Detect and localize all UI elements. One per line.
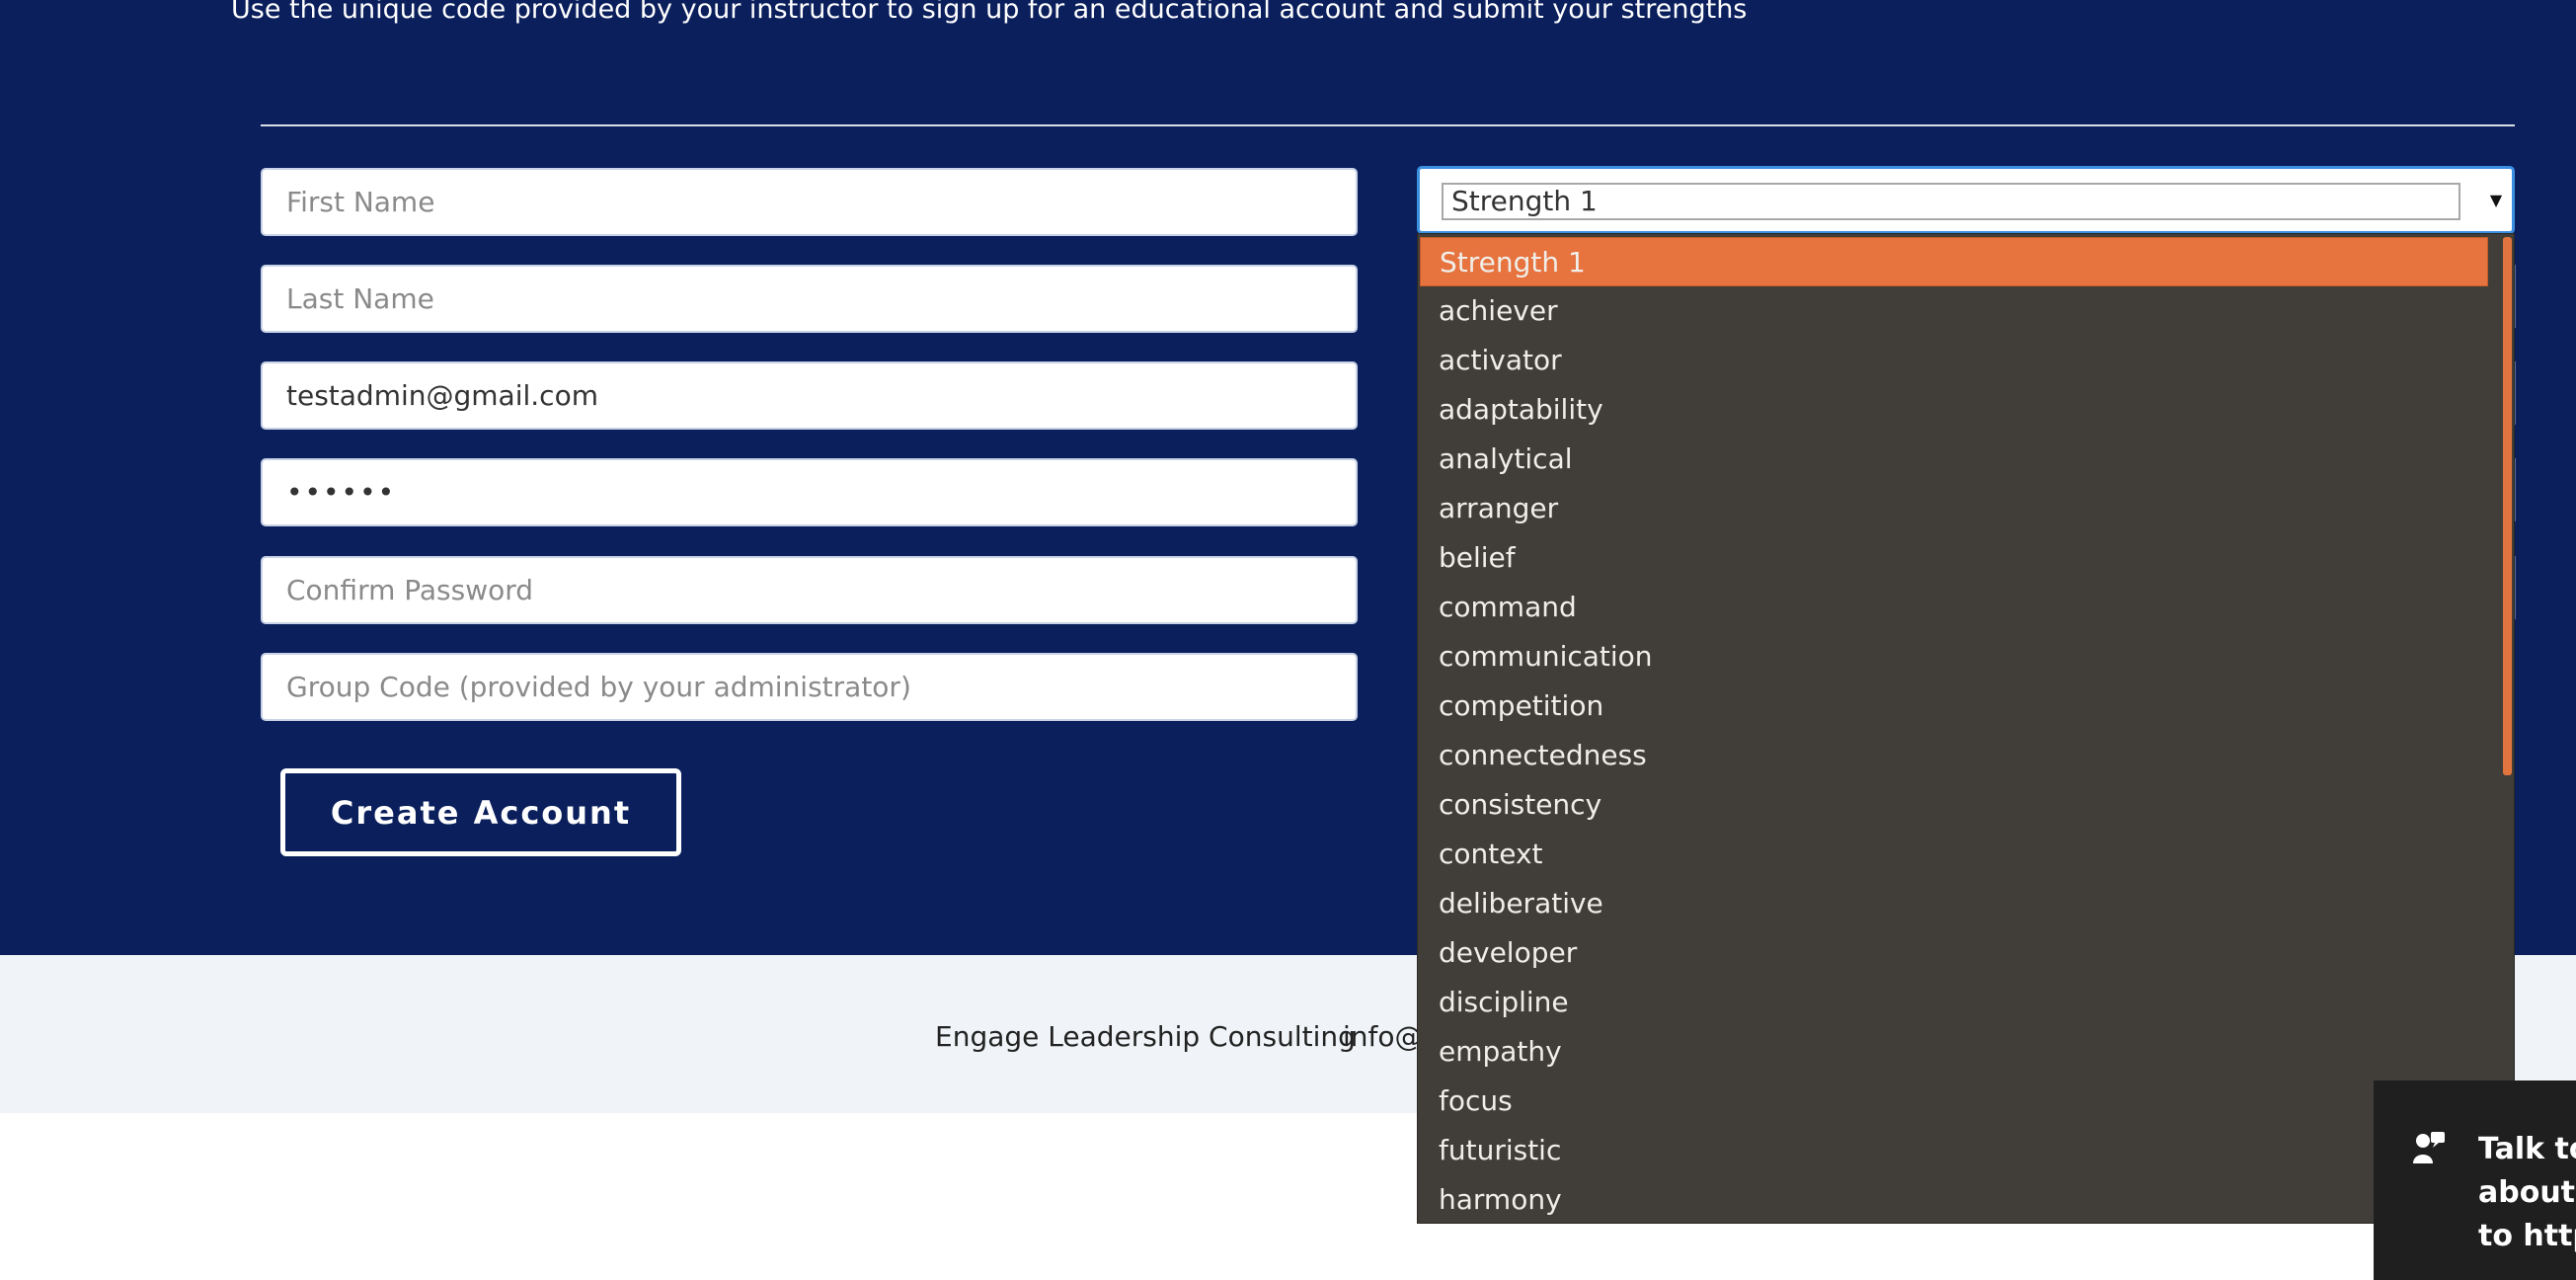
dropdown-option[interactable]: arranger	[1420, 484, 2488, 533]
dropdown-option[interactable]: activator	[1420, 336, 2488, 385]
chat-line: to http	[2478, 1219, 2576, 1253]
chevron-down-icon[interactable]: ▼	[2484, 179, 2508, 222]
dropdown-option[interactable]: empathy	[1420, 1027, 2488, 1077]
chat-line: Talk to	[2478, 1132, 2576, 1166]
group-code-input[interactable]	[261, 653, 1358, 721]
dropdown-option[interactable]: Strength 1	[1420, 237, 2488, 286]
strength-select-value[interactable]: Strength 1	[1442, 183, 2460, 220]
dropdown-option[interactable]: harmony	[1420, 1175, 2488, 1223]
dropdown-option[interactable]: adaptability	[1420, 385, 2488, 435]
chat-widget[interactable]: Talk to about to http	[2374, 1080, 2576, 1280]
dropdown-option[interactable]: achiever	[1420, 286, 2488, 336]
signup-instructions: Use the unique code provided by your ins…	[231, 0, 1748, 25]
dropdown-option[interactable]: focus	[1420, 1077, 2488, 1126]
dropdown-option[interactable]: developer	[1420, 928, 2488, 978]
confirm-password-input[interactable]	[261, 556, 1358, 624]
dropdown-option[interactable]: consistency	[1420, 780, 2488, 830]
last-name-input[interactable]	[261, 265, 1358, 333]
chat-widget-text[interactable]: Talk to about to http	[2478, 1128, 2576, 1258]
footer-email-link[interactable]: info@	[1343, 1020, 1423, 1053]
dropdown-option[interactable]: context	[1420, 830, 2488, 879]
dropdown-option[interactable]: connectedness	[1420, 731, 2488, 780]
divider	[261, 124, 2515, 126]
dropdown-option[interactable]: discipline	[1420, 978, 2488, 1027]
strength-1-select[interactable]: Strength 1 ▼	[1417, 166, 2515, 234]
password-input[interactable]	[261, 458, 1358, 526]
chat-person-icon	[2411, 1130, 2447, 1174]
footer-company-name: Engage Leadership Consulting	[935, 1020, 1356, 1053]
hidden-select-edge	[2515, 556, 2576, 619]
dropdown-option[interactable]: futuristic	[1420, 1126, 2488, 1175]
strength-dropdown-list[interactable]: Strength 1 achiever activator adaptabili…	[1417, 233, 2515, 1224]
dropdown-option[interactable]: deliberative	[1420, 879, 2488, 928]
first-name-input[interactable]	[261, 168, 1358, 236]
dropdown-option[interactable]: competition	[1420, 681, 2488, 731]
hidden-select-edge	[2515, 361, 2576, 425]
dropdown-option[interactable]: communication	[1420, 632, 2488, 681]
email-input[interactable]	[261, 361, 1358, 430]
hidden-select-edge	[2515, 458, 2576, 521]
dropdown-option[interactable]: analytical	[1420, 435, 2488, 484]
dropdown-scrollbar[interactable]	[2503, 237, 2512, 775]
chat-line: about	[2478, 1175, 2576, 1210]
dropdown-option[interactable]: belief	[1420, 533, 2488, 583]
create-account-button[interactable]: Create Account	[280, 768, 681, 856]
hidden-select-edge	[2515, 265, 2576, 328]
dropdown-option[interactable]: command	[1420, 583, 2488, 632]
